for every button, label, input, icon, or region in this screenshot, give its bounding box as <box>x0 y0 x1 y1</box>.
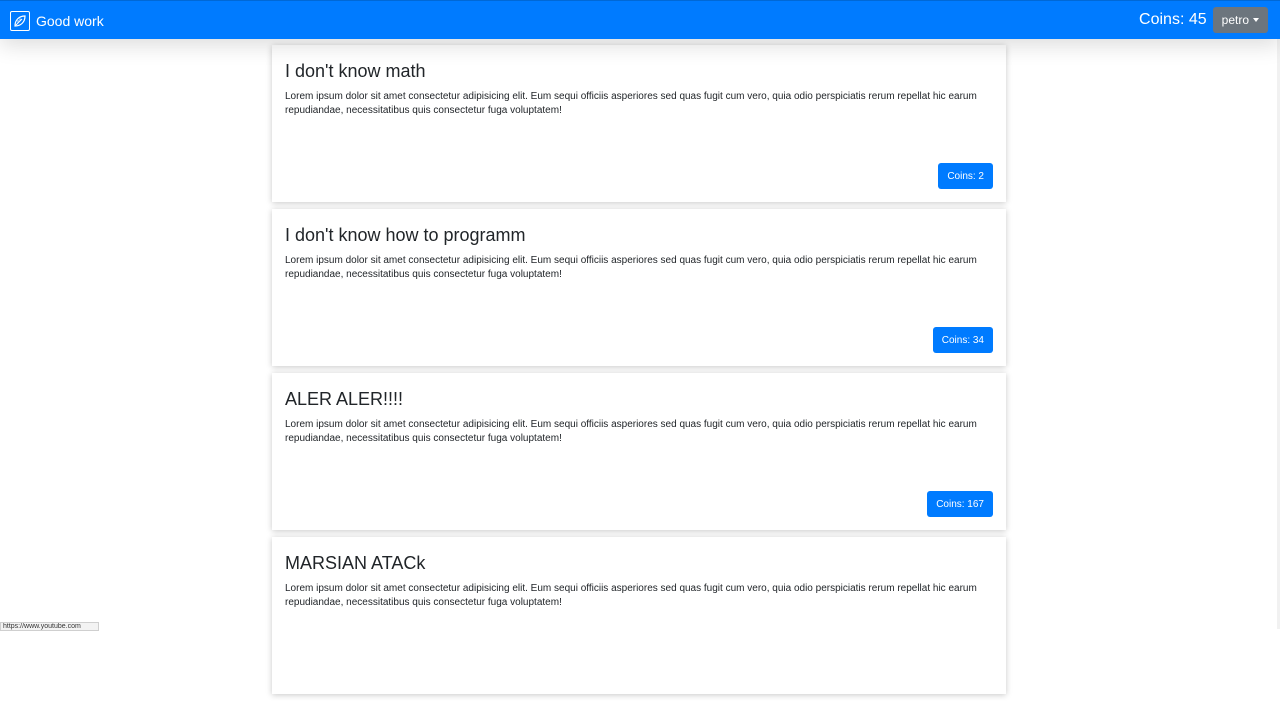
leaf-logo-icon <box>10 11 30 31</box>
task-title: I don't know how to programm <box>285 225 526 245</box>
task-card: I don't know math Lorem ipsum dolor sit … <box>272 45 1006 202</box>
user-name: petro <box>1221 13 1249 27</box>
task-description: Lorem ipsum dolor sit amet consectetur a… <box>285 419 977 444</box>
brand-name: Good work <box>36 13 104 29</box>
task-coins-button[interactable]: Coins: 34 <box>932 327 993 353</box>
task-title: ALER ALER!!!! <box>285 389 404 409</box>
task-description: Lorem ipsum dolor sit amet consectetur a… <box>285 583 977 608</box>
task-description: Lorem ipsum dolor sit amet consectetur a… <box>285 255 977 280</box>
task-card: I don't know how to programm Lorem ipsum… <box>272 209 1006 366</box>
task-title: I don't know math <box>285 61 426 81</box>
task-card: MARSIAN ATACk Lorem ipsum dolor sit amet… <box>272 537 1006 694</box>
user-coins-balance: Coins: 45 <box>1139 11 1207 28</box>
task-description: Lorem ipsum dolor sit amet consectetur a… <box>285 91 977 116</box>
top-navbar: Good work Coins: 45 petro <box>0 0 1280 39</box>
user-menu-dropdown[interactable]: petro <box>1212 7 1268 33</box>
task-coins-button[interactable]: Coins: 167 <box>927 491 993 517</box>
task-title: MARSIAN ATACk <box>285 553 426 573</box>
navbar-right: Coins: 45 petro <box>1139 7 1268 33</box>
task-list: I don't know math Lorem ipsum dolor sit … <box>272 45 1006 701</box>
task-card: ALER ALER!!!! Lorem ipsum dolor sit amet… <box>272 373 1006 530</box>
brand-link[interactable]: Good work <box>10 10 104 32</box>
link-status-bar: https://www.youtube.com <box>0 622 99 631</box>
task-coins-button[interactable]: Coins: 2 <box>938 163 993 189</box>
caret-down-icon <box>1253 18 1259 22</box>
